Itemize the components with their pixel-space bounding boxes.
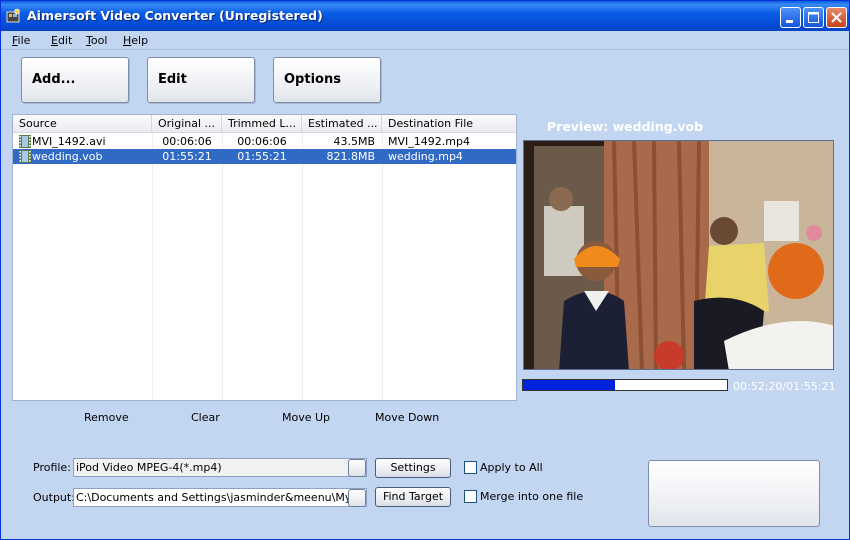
list-row-mvi[interactable]: MVI_1492.avi 00:06:06 00:06:06 43.5MB MV… <box>13 134 516 149</box>
menu-tool[interactable]: Tool <box>86 34 107 47</box>
clear-button[interactable]: Clear <box>191 411 220 424</box>
move-up-button[interactable]: Move Up <box>282 411 330 424</box>
add-button[interactable]: Add... <box>21 57 129 103</box>
minimize-icon <box>786 20 793 23</box>
window-title: Aimersoft Video Converter (Unregistered) <box>27 8 323 23</box>
settings-button[interactable]: Settings <box>375 458 451 478</box>
edit-button[interactable]: Edit <box>147 57 255 103</box>
profile-dropdown-button[interactable] <box>348 459 366 477</box>
app-window: Aimersoft Video Converter (Unregistered)… <box>0 0 850 540</box>
find-target-button[interactable]: Find Target <box>375 487 451 507</box>
cell-trimmed: 00:06:06 <box>237 135 287 148</box>
maximize-icon <box>808 12 819 23</box>
cell-estimated: 43.5MB <box>333 135 375 148</box>
preview-title: Preview: wedding.vob <box>547 119 704 134</box>
move-down-button[interactable]: Move Down <box>375 411 439 424</box>
file-list[interactable]: Source Original ... Trimmed L... Estimat… <box>12 114 517 401</box>
column-header-destination[interactable]: Destination File <box>382 115 516 133</box>
menu-help[interactable]: Help <box>123 34 148 47</box>
cell-destination: wedding.mp4 <box>388 150 463 163</box>
column-header-original[interactable]: Original ... <box>152 115 222 133</box>
profile-label: Profile: <box>33 461 71 474</box>
cell-original: 01:55:21 <box>162 150 212 163</box>
output-label: Output: <box>33 491 75 504</box>
column-header-estimated[interactable]: Estimated ... <box>302 115 382 133</box>
maximize-button[interactable] <box>803 7 824 28</box>
start-button[interactable] <box>648 460 820 527</box>
cell-trimmed: 01:55:21 <box>237 150 287 163</box>
remove-button[interactable]: Remove <box>84 411 129 424</box>
video-preview <box>523 140 834 370</box>
cell-original: 00:06:06 <box>162 135 212 148</box>
preview-time: 00:52:20/01:55:21 <box>733 380 836 393</box>
list-row-wedding[interactable]: wedding.vob 01:55:21 01:55:21 821.8MB we… <box>13 149 516 164</box>
close-button[interactable] <box>826 7 847 28</box>
cell-source: wedding.vob <box>32 150 103 163</box>
output-path-field[interactable]: C:\Documents and Settings\jasminder&meen… <box>73 488 367 507</box>
menu-bar: File Edit Tool Help <box>1 31 849 50</box>
list-header: Source Original ... Trimmed L... Estimat… <box>13 115 516 133</box>
menu-edit[interactable]: Edit <box>51 34 72 47</box>
column-header-source[interactable]: Source <box>13 115 152 133</box>
output-browse-button[interactable] <box>348 489 366 507</box>
cell-estimated: 821.8MB <box>326 150 375 163</box>
film-icon <box>19 135 31 148</box>
options-button[interactable]: Options <box>273 57 381 103</box>
close-icon <box>831 12 842 23</box>
apply-to-all-checkbox[interactable] <box>464 461 477 474</box>
menu-file[interactable]: File <box>12 34 30 47</box>
film-icon <box>19 150 31 163</box>
profile-select[interactable]: iPod Video MPEG-4(*.mp4) <box>73 458 367 477</box>
minimize-button[interactable] <box>780 7 801 28</box>
preview-progress-bar[interactable] <box>522 379 728 391</box>
merge-label: Merge into one file <box>480 490 584 503</box>
column-header-trimmed[interactable]: Trimmed L... <box>222 115 302 133</box>
title-bar[interactable]: Aimersoft Video Converter (Unregistered) <box>1 1 849 31</box>
merge-checkbox[interactable] <box>464 490 477 503</box>
progress-fill <box>523 380 615 390</box>
cell-source: MVI_1492.avi <box>32 135 106 148</box>
video-frame <box>524 141 833 369</box>
cell-destination: MVI_1492.mp4 <box>388 135 470 148</box>
apply-to-all-label: Apply to All <box>480 461 543 474</box>
app-icon <box>6 8 20 23</box>
